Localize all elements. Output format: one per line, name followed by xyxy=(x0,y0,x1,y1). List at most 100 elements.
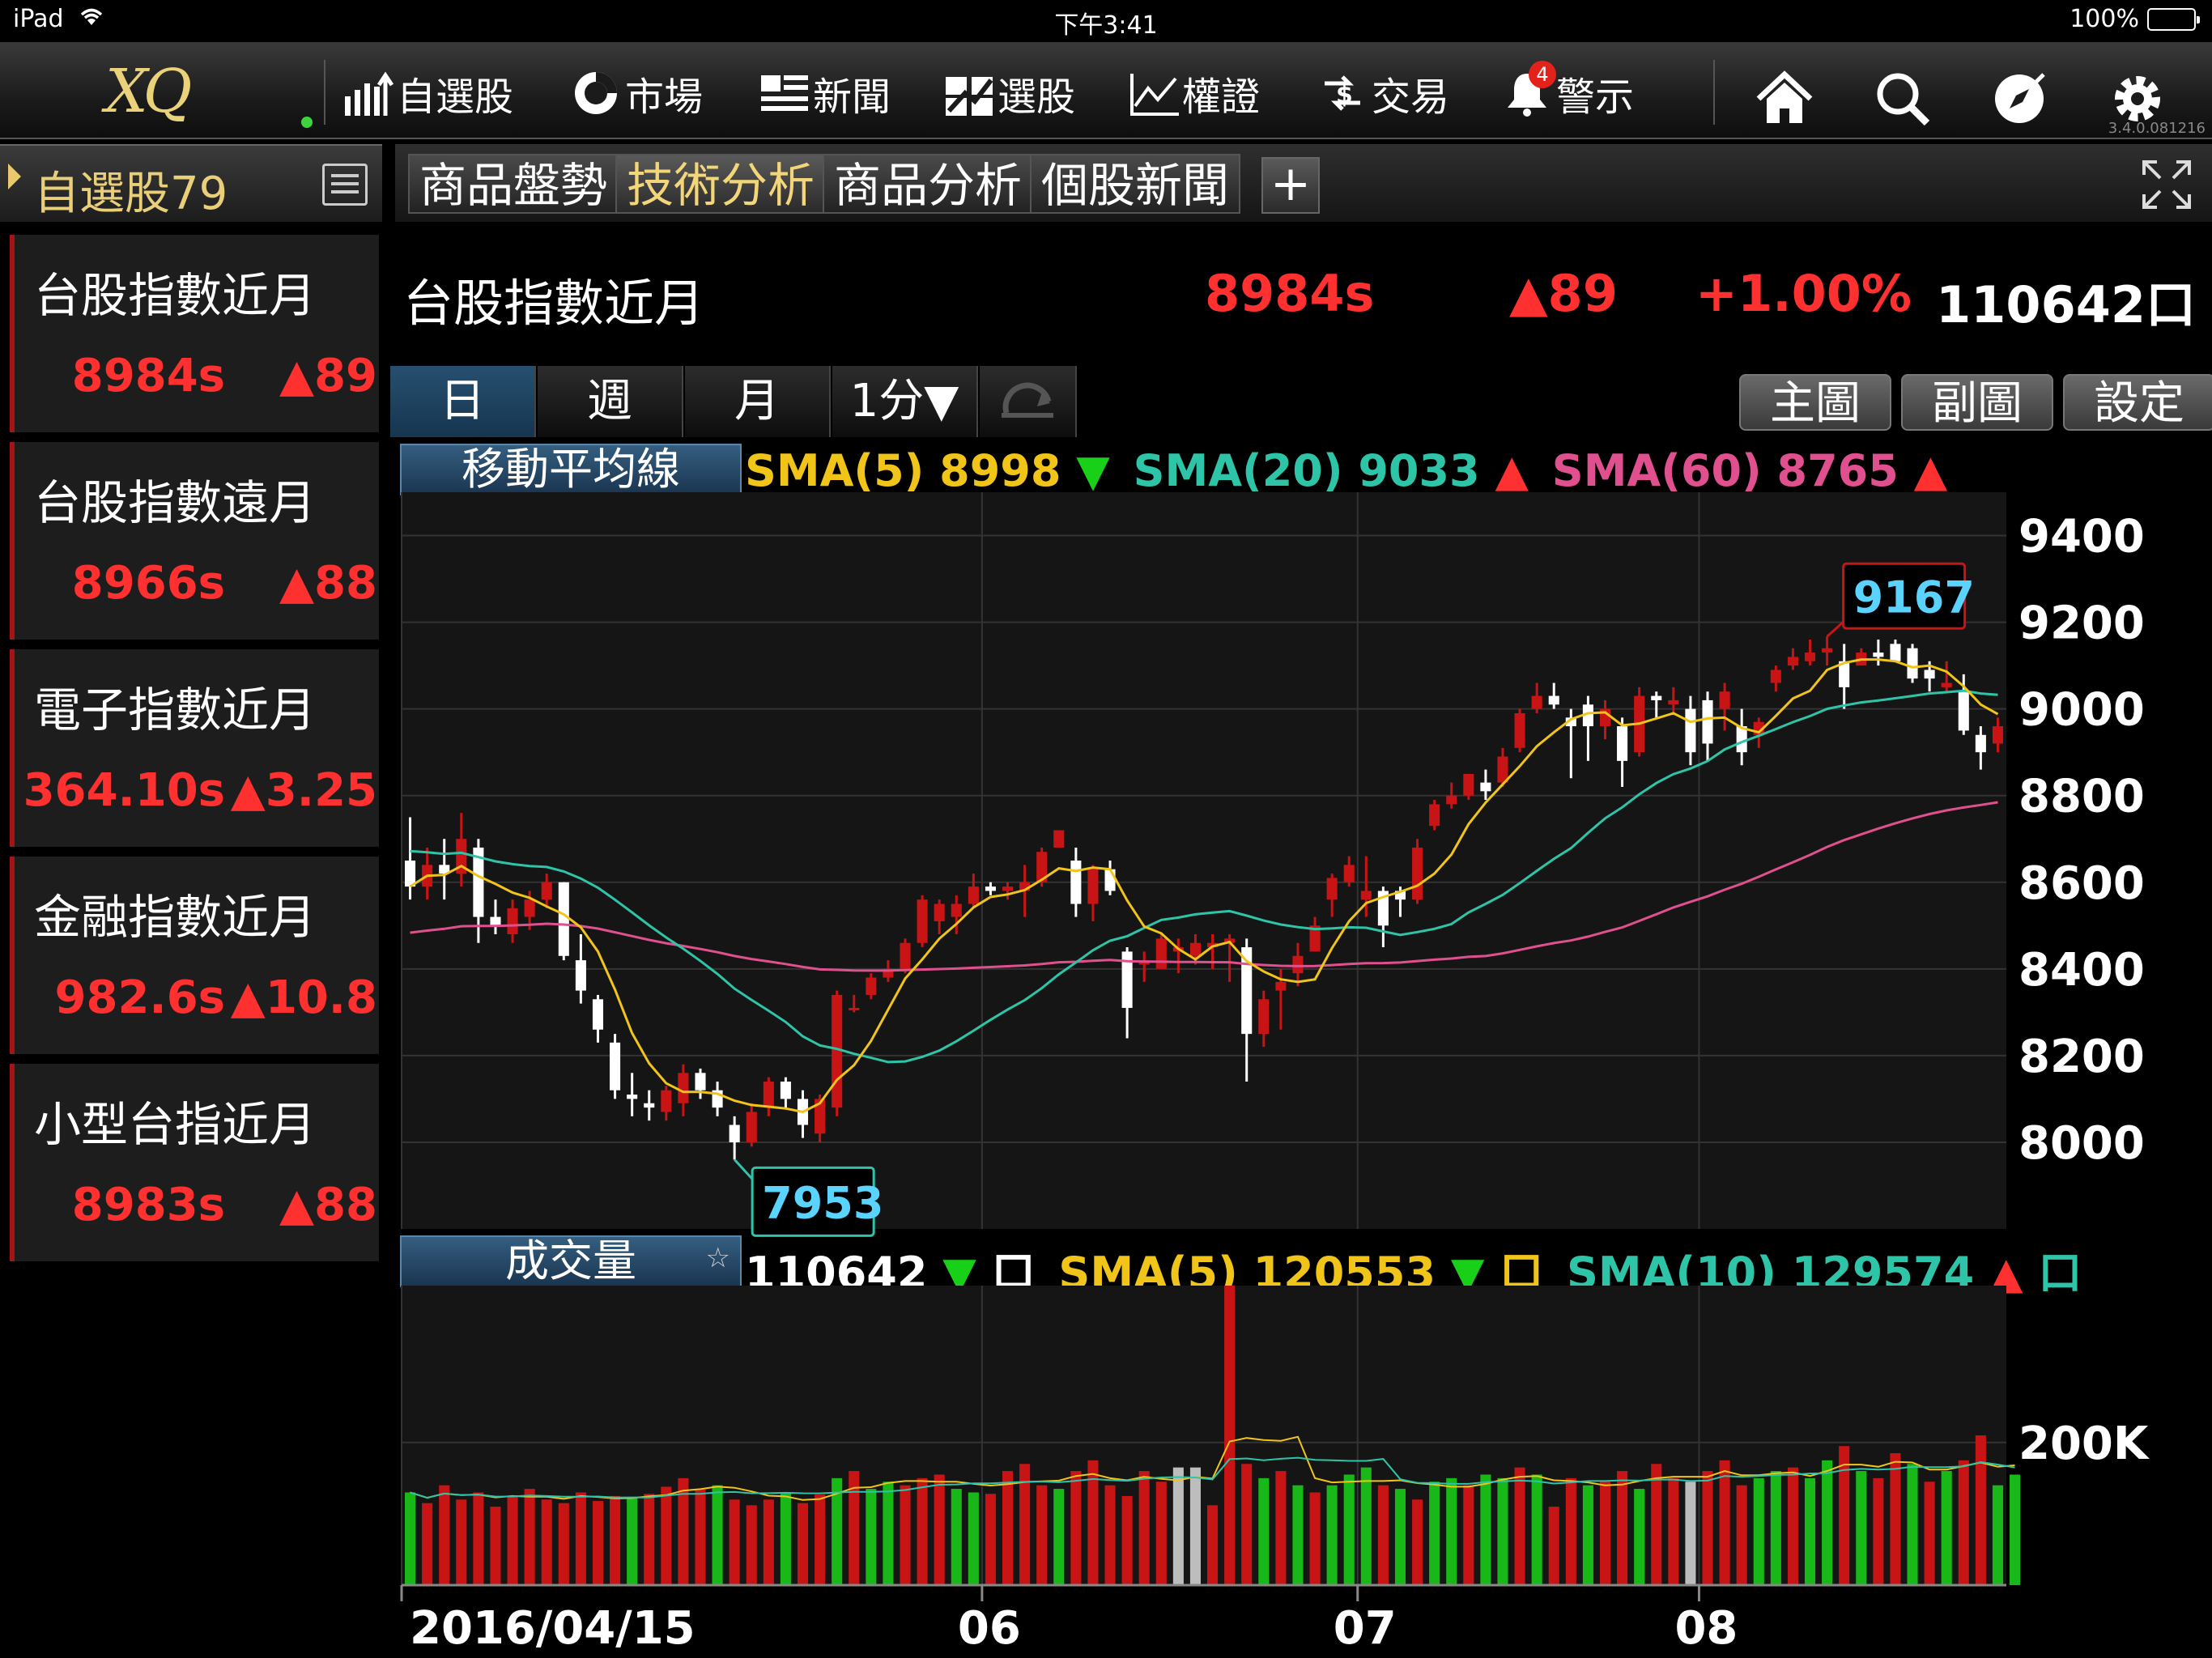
candle-body xyxy=(1104,869,1116,891)
sma-values: SMA(5) 8998 ▼ SMA(20) 9033 ▲ SMA(60) 876… xyxy=(745,445,1955,496)
nav-trade[interactable]: $ 交易 xyxy=(1318,65,1449,121)
nav-divider xyxy=(1713,60,1715,125)
app-version: 3.4.0.081216 xyxy=(2108,120,2206,137)
watchlist-item[interactable]: 電子指數近月 364.10s ▲3.25 xyxy=(10,649,379,847)
watchlist-item-name: 電子指數近月 xyxy=(34,682,317,738)
moving-average-label[interactable]: 移動平均線 xyxy=(400,444,742,495)
candle-body xyxy=(985,886,996,891)
candle-body xyxy=(832,994,843,1108)
volume-bar xyxy=(1053,1489,1065,1585)
volume-bar xyxy=(1497,1477,1508,1585)
volume-bar xyxy=(780,1492,791,1585)
volume-bar xyxy=(541,1499,552,1585)
rotate-icon[interactable] xyxy=(980,366,1077,437)
period-day-button[interactable]: 日 xyxy=(390,366,536,437)
candle-body xyxy=(934,903,945,921)
volume-bar xyxy=(575,1492,586,1585)
watchlist-item-name: 台股指數近月 xyxy=(34,268,317,323)
watchlist-item-change: ▲89 xyxy=(279,350,377,402)
candle-body xyxy=(1975,734,1986,753)
nav-market[interactable]: 市場 xyxy=(572,65,703,121)
volume-bar xyxy=(422,1503,433,1585)
volume-bar xyxy=(1958,1460,1969,1585)
volume-bar xyxy=(1822,1460,1833,1585)
dollar-icon: $ xyxy=(1318,69,1367,117)
price-volume-chart[interactable]: 9400 9200 9000 8800 8600 8400 8200 8000 9167 7953… xyxy=(395,492,2212,1658)
nav-trade-label: 交易 xyxy=(1372,74,1450,120)
nav-news[interactable]: 新聞 xyxy=(759,65,891,121)
compass-icon[interactable] xyxy=(1987,66,2052,131)
watchlist-title: 自選股79 xyxy=(34,168,228,220)
sub-chart-button[interactable]: 副圖 xyxy=(1901,374,2053,431)
volume-bar xyxy=(524,1489,535,1585)
tab-stock-news[interactable]: 個股新聞 xyxy=(1030,154,1241,214)
candle-body xyxy=(1412,847,1423,900)
volume-bar xyxy=(1651,1464,1662,1585)
candle-body xyxy=(644,1103,655,1108)
nav-warrants[interactable]: 權證 xyxy=(1129,65,1260,121)
watchlist-header[interactable]: 自選股79 xyxy=(0,144,382,222)
volume-bar xyxy=(1138,1471,1150,1585)
volume-bar xyxy=(1036,1485,1048,1585)
candle-body xyxy=(1787,657,1798,666)
volume-bar xyxy=(1890,1453,1901,1585)
nav-alerts-label: 警示 xyxy=(1556,74,1635,120)
xq-logo[interactable]: XQ xyxy=(105,57,192,126)
candle-body xyxy=(968,886,979,904)
candle-body xyxy=(763,1082,774,1108)
candle-body xyxy=(1480,782,1491,792)
volume-bar xyxy=(507,1495,518,1585)
tab-product-analysis[interactable]: 商品分析 xyxy=(823,154,1034,214)
sma20-direction: ▲ xyxy=(1495,445,1529,496)
volume-bar xyxy=(712,1485,723,1585)
watchlist-item[interactable]: 台股指數近月 8984s ▲89 xyxy=(10,235,379,432)
volume-bar xyxy=(1924,1482,1935,1585)
period-week-button[interactable]: 週 xyxy=(538,366,683,437)
candle-body xyxy=(1822,648,1833,653)
nav-alerts[interactable]: 4 警示 xyxy=(1503,61,1635,121)
watchlist-item[interactable]: 小型台指近月 8983s ▲88 xyxy=(10,1064,379,1261)
volume-bar xyxy=(1839,1446,1850,1585)
nav-stock-picker[interactable]: 選股 xyxy=(944,65,1075,121)
main-chart-button[interactable]: 主圖 xyxy=(1739,374,1891,431)
nav-watchlist[interactable]: 自選股 xyxy=(343,65,513,121)
list-menu-icon[interactable] xyxy=(322,164,368,206)
volume-bar xyxy=(558,1503,569,1585)
settings-button[interactable]: 設定 xyxy=(2063,374,2212,431)
battery-icon xyxy=(2147,7,2200,31)
candle-body xyxy=(1258,999,1270,1035)
home-icon[interactable] xyxy=(1752,66,1817,131)
candle-body xyxy=(627,1095,638,1099)
tab-technical-analysis[interactable]: 技術分析 xyxy=(615,154,827,214)
price-tick-label: 9000 xyxy=(2018,684,2145,737)
volume-bar xyxy=(1377,1485,1389,1585)
watchlist-item-price: 8983s xyxy=(71,1179,225,1231)
sma60-value: SMA(60) 8765 xyxy=(1551,445,1899,496)
nav-divider xyxy=(324,60,325,125)
volume-bar xyxy=(1634,1489,1645,1585)
high-value-label: 9167 xyxy=(1853,572,1975,623)
fullscreen-icon[interactable] xyxy=(2141,159,2193,210)
search-icon[interactable] xyxy=(1870,66,1935,131)
period-minute-dropdown[interactable]: 1分▼ xyxy=(832,366,978,437)
volume-bar xyxy=(1770,1471,1781,1585)
add-tab-button[interactable]: + xyxy=(1261,157,1320,214)
volume-bar xyxy=(1599,1482,1611,1585)
candle-body xyxy=(558,882,569,956)
volume-bar xyxy=(900,1485,911,1585)
candle-body xyxy=(575,960,586,991)
volume-bar xyxy=(917,1477,928,1585)
candle-body xyxy=(405,861,416,887)
period-month-button[interactable]: 月 xyxy=(685,366,831,437)
volume-bar xyxy=(1275,1471,1287,1585)
tab-product-overview[interactable]: 商品盤勢 xyxy=(408,154,619,214)
watchlist-item-price: 364.10s xyxy=(23,764,225,817)
volume-bar xyxy=(473,1492,484,1585)
watchlist-item[interactable]: 台股指數遠月 8966s ▲88 xyxy=(10,442,379,640)
quote-volume: 110642口 xyxy=(1936,275,2196,334)
price-tick-label: 9200 xyxy=(2018,597,2145,650)
candle-body xyxy=(866,977,877,995)
price-tick-label: 9400 xyxy=(2018,511,2145,563)
nav-warrants-label: 權證 xyxy=(1182,74,1261,120)
watchlist-item[interactable]: 金融指數近月 982.6s ▲10.8 xyxy=(10,857,379,1054)
